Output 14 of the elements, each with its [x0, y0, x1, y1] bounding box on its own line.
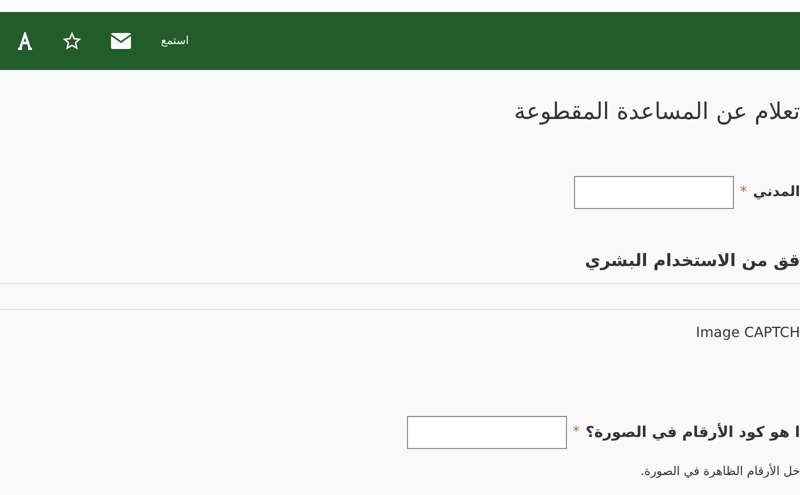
font-size-icon[interactable] — [17, 32, 33, 50]
field-label: المدني — [753, 182, 800, 202]
field-label: ا هو كود الأرقام في الصورة؟ — [586, 422, 800, 444]
mail-icon[interactable] — [111, 33, 131, 49]
help-text: خل الأرقام الظاهرة في الصورة. — [639, 462, 800, 480]
section-title: قق من الاستخدام البشري — [584, 250, 800, 273]
page-title: تعلام عن المساعدة المقطوعة — [513, 98, 800, 127]
required-mark: * — [740, 182, 748, 202]
captcha-image-label: Image CAPTCH — [696, 324, 800, 342]
listen-button[interactable]: استمع — [161, 32, 189, 50]
star-icon[interactable] — [63, 32, 81, 50]
captcha-field[interactable] — [406, 416, 567, 449]
required-mark: * — [572, 423, 580, 442]
civil-id-field[interactable] — [574, 176, 734, 208]
